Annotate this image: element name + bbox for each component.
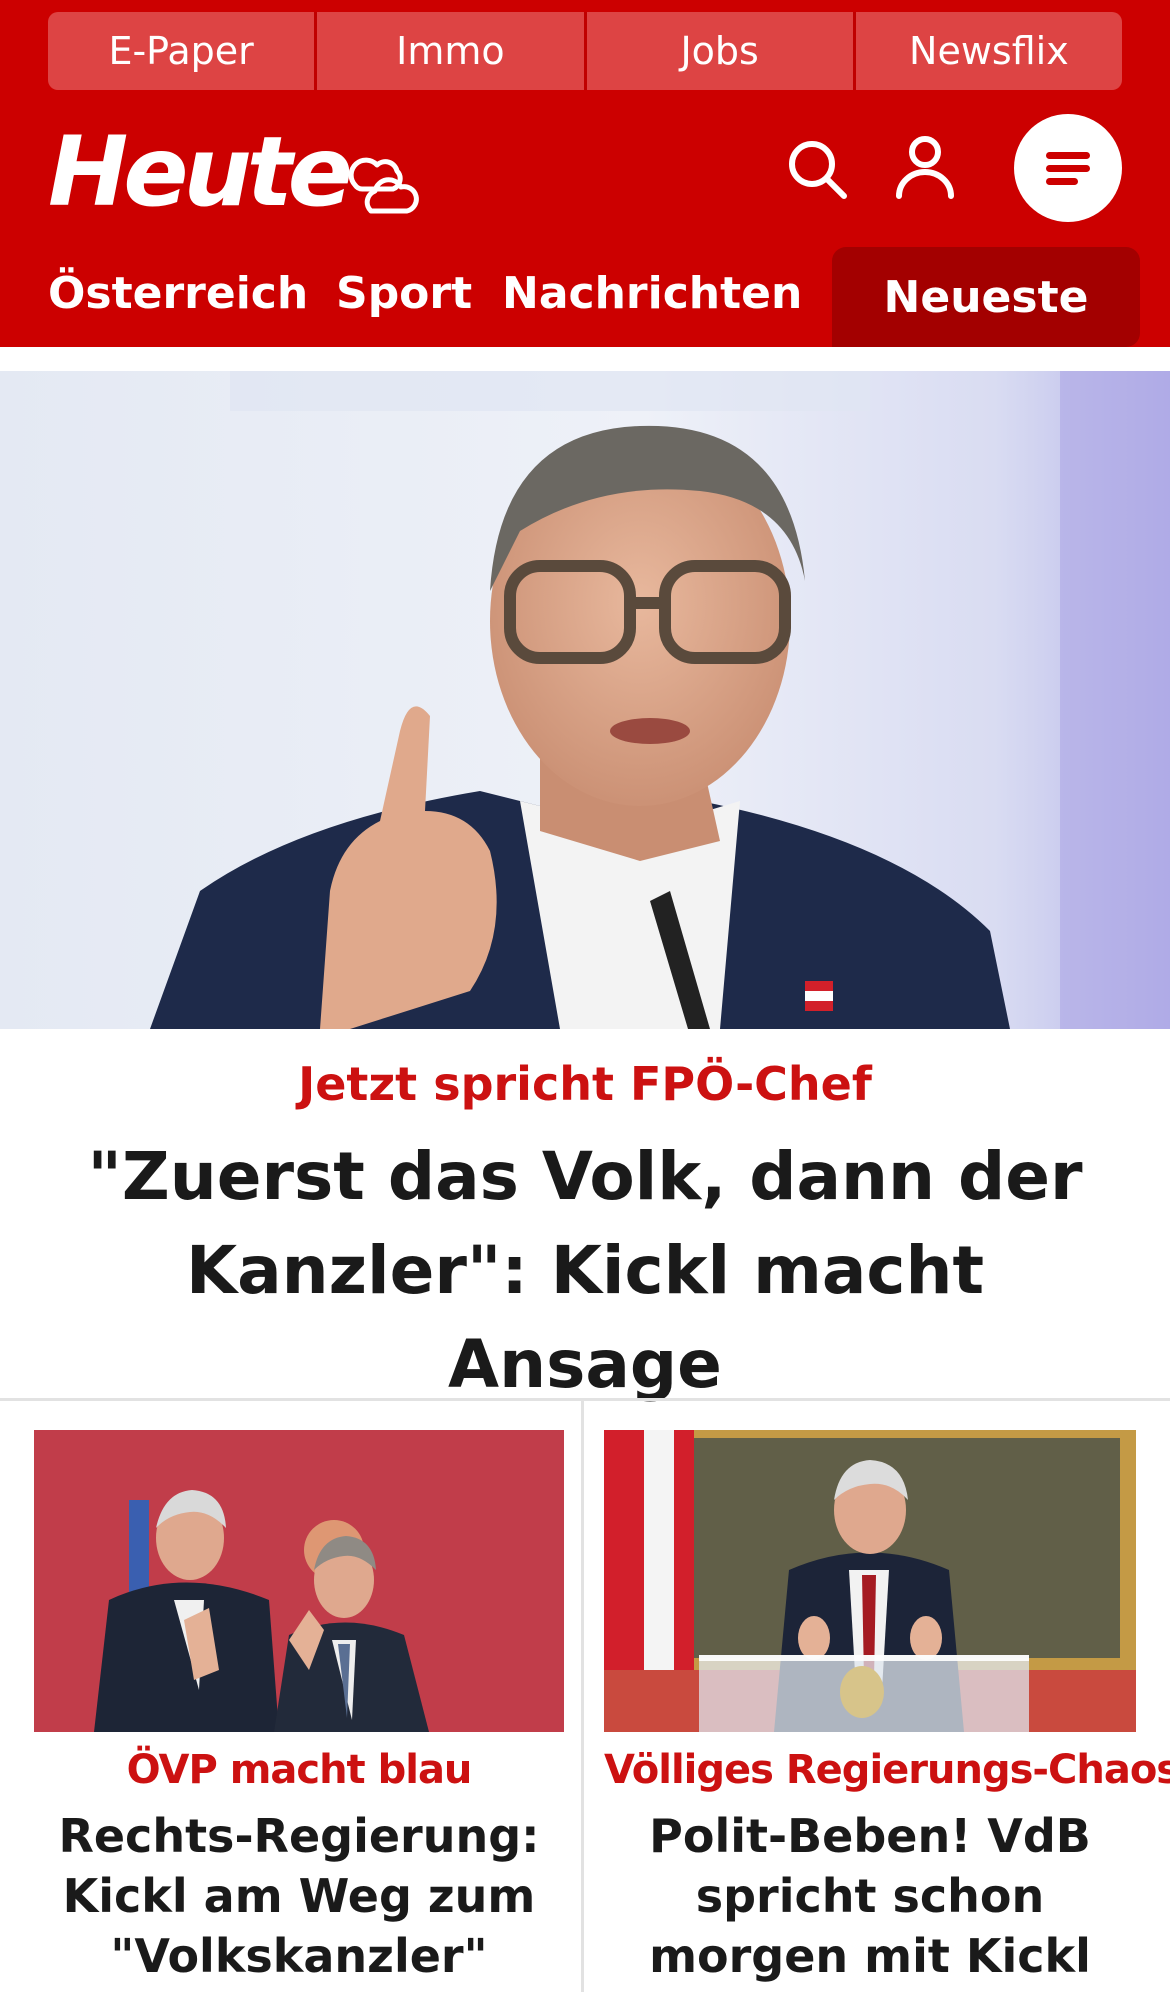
article-card[interactable]: ÖVP macht blau Rechts-Regierung: Kickl a…	[34, 1430, 564, 1992]
menu-button[interactable]	[1014, 114, 1122, 222]
article-card-image[interactable]	[34, 1430, 564, 1732]
article-card-image[interactable]	[604, 1430, 1136, 1732]
column-divider	[581, 1401, 584, 1992]
nav-neueste-tab[interactable]: Neueste	[832, 247, 1140, 347]
search-icon[interactable]	[784, 136, 850, 202]
immo-link[interactable]: Immo	[317, 12, 587, 90]
article-card-title[interactable]: Polit-Beben! VdB spricht schon morgen mi…	[604, 1806, 1136, 1986]
hero-kicker[interactable]: Jetzt spricht FPÖ-Chef	[0, 1052, 1170, 1116]
article-card-kicker[interactable]: Völliges Regierungs-Chaos	[604, 1742, 1170, 1798]
weather-cloud-icon[interactable]	[345, 145, 423, 223]
hero-article-image[interactable]	[0, 371, 1170, 1029]
heute-logo[interactable]: Heute	[48, 122, 353, 222]
epaper-link[interactable]: E-Paper	[48, 12, 318, 90]
page: E-Paper Immo Jobs Newsflix Heute Österre…	[0, 0, 1170, 1992]
newsflix-link[interactable]: Newsflix	[855, 12, 1122, 90]
service-links-bar: E-Paper Immo Jobs Newsflix	[48, 12, 1122, 90]
nav-nachrichten[interactable]: Nachrichten	[502, 264, 802, 324]
hero-headline[interactable]: "Zuerst das Volk, dann der Kanzler": Kic…	[40, 1130, 1130, 1412]
article-card-title[interactable]: Rechts-Regierung: Kickl am Weg zum "Volk…	[34, 1806, 564, 1986]
nav-sport[interactable]: Sport	[336, 264, 472, 324]
section-divider	[0, 1398, 1170, 1401]
article-card[interactable]: Völliges Regierungs-Chaos Polit-Beben! V…	[604, 1430, 1170, 1992]
nav-oesterreich[interactable]: Österreich	[48, 264, 308, 324]
jobs-link[interactable]: Jobs	[586, 12, 856, 90]
article-card-kicker[interactable]: ÖVP macht blau	[34, 1742, 564, 1798]
site-header: E-Paper Immo Jobs Newsflix Heute Österre…	[0, 0, 1170, 347]
user-icon[interactable]	[893, 134, 957, 200]
